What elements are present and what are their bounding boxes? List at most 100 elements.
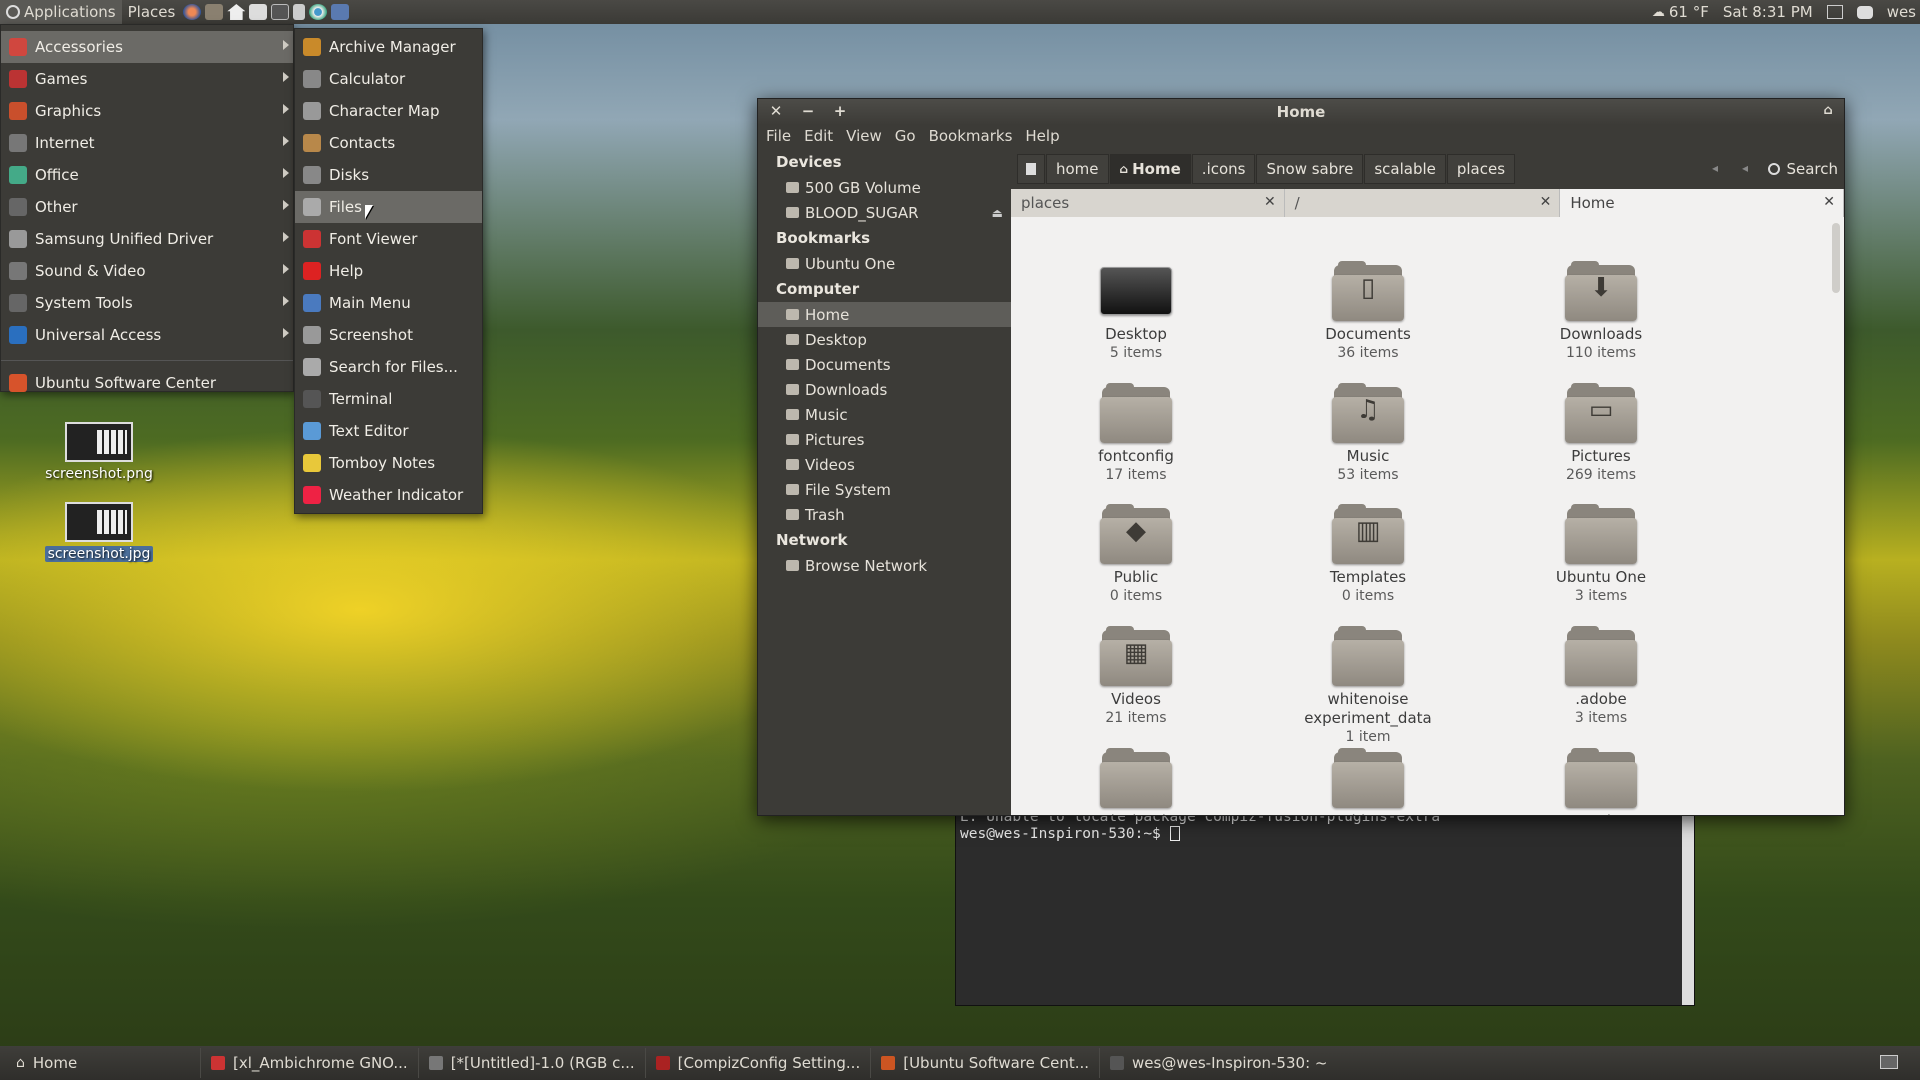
taskbar-task-2[interactable]: [CompizConfig Setting...: [644, 1048, 871, 1078]
menu-item-files[interactable]: Files: [295, 191, 482, 223]
menu-item-disks[interactable]: Disks: [295, 159, 482, 191]
gimp-launcher-icon[interactable]: [205, 4, 224, 20]
vertical-scrollbar[interactable]: [1832, 223, 1840, 293]
weather-indicator[interactable]: ☁ 61 °F: [1652, 3, 1709, 21]
file-item-documents[interactable]: ▯ Documents 36 items: [1268, 261, 1468, 363]
file-item-avidemux[interactable]: .avidemux: [1268, 748, 1468, 815]
menu-item-games[interactable]: Games: [1, 63, 293, 95]
file-item-pictures[interactable]: ▭ Pictures 269 items: [1501, 383, 1701, 485]
menu-go[interactable]: Go: [895, 127, 916, 145]
tab-places[interactable]: places ✕: [1011, 189, 1285, 217]
menu-help[interactable]: Help: [1025, 127, 1059, 145]
sidebar-item-ubuntu-one[interactable]: Ubuntu One: [758, 251, 1011, 276]
minimize-window-icon[interactable]: −: [800, 103, 816, 119]
messaging-icon[interactable]: [1856, 5, 1873, 19]
clock[interactable]: Sat 8:31 PM: [1723, 3, 1813, 21]
desktop-icon-screenshot-jpg[interactable]: screenshot.jpg: [44, 502, 154, 562]
file-item-cache[interactable]: .cache: [1501, 748, 1701, 815]
terminal-scrollbar[interactable]: [1682, 799, 1694, 1005]
screen-launcher-icon[interactable]: [249, 4, 268, 20]
sidebar-item-browse-network[interactable]: Browse Network: [758, 553, 1011, 578]
menu-item-terminal[interactable]: Terminal: [295, 383, 482, 415]
menu-item-calculator[interactable]: Calculator: [295, 63, 482, 95]
tab-home[interactable]: Home ✕: [1560, 189, 1844, 217]
home-launcher-icon[interactable]: [227, 4, 246, 20]
sidebar-item-trash[interactable]: Trash: [758, 502, 1011, 527]
sidebar-item-downloads[interactable]: Downloads: [758, 377, 1011, 402]
close-window-icon[interactable]: ✕: [768, 103, 784, 119]
menu-item-sound-video[interactable]: Sound & Video: [1, 255, 293, 287]
file-item-music[interactable]: ♫ Music 53 items: [1268, 383, 1468, 485]
eject-icon[interactable]: ⏏: [992, 206, 1003, 220]
network-launcher-icon[interactable]: [331, 4, 350, 20]
menu-item-character-map[interactable]: Character Map: [295, 95, 482, 127]
keyboard-indicator-icon[interactable]: [1826, 5, 1843, 19]
menu-item-internet[interactable]: Internet: [1, 127, 293, 159]
places-menu-button[interactable]: Places: [122, 0, 182, 24]
file-item-adobe[interactable]: .adobe 3 items: [1501, 626, 1701, 728]
taskbar-task-0[interactable]: [xl_Ambichrome GNO...: [200, 1048, 418, 1078]
file-item-downloads[interactable]: ⬇ Downloads 110 items: [1501, 261, 1701, 363]
sidebar-item-blood-sugar[interactable]: BLOOD_SUGAR ⏏: [758, 200, 1011, 225]
file-item-ubuntu-one[interactable]: Ubuntu One 3 items: [1501, 504, 1701, 606]
workspace-switcher-icon[interactable]: [1880, 1055, 1898, 1069]
menu-item-other[interactable]: Other: [1, 191, 293, 223]
breadcrumb-snow-sabre[interactable]: Snow sabre: [1256, 154, 1364, 184]
menu-item-ubuntu-software-center[interactable]: Ubuntu Software Center: [1, 367, 293, 399]
sidebar-item-music[interactable]: Music: [758, 402, 1011, 427]
sidebar-item-file-system[interactable]: File System: [758, 477, 1011, 502]
menu-item-office[interactable]: Office: [1, 159, 293, 191]
menu-bookmarks[interactable]: Bookmarks: [929, 127, 1013, 145]
breadcrumb-icons[interactable]: .icons: [1191, 154, 1256, 184]
menu-file[interactable]: File: [766, 127, 791, 145]
menu-item-tomboy-notes[interactable]: Tomboy Notes: [295, 447, 482, 479]
menu-item-text-editor[interactable]: Text Editor: [295, 415, 482, 447]
file-item-whitenoise-experiment-data[interactable]: whitenoise experiment_data 1 item: [1268, 626, 1468, 747]
terminal-launcher-icon[interactable]: [271, 4, 290, 20]
file-item-videos[interactable]: ▦ Videos 21 items: [1036, 626, 1236, 728]
close-tab-icon[interactable]: ✕: [1540, 194, 1552, 210]
menu-item-system-tools[interactable]: System Tools: [1, 287, 293, 319]
sidebar-item-home[interactable]: Home: [758, 302, 1011, 327]
menu-item-samsung-unified-driver[interactable]: Samsung Unified Driver: [1, 223, 293, 255]
menu-item-contacts[interactable]: Contacts: [295, 127, 482, 159]
menu-item-universal-access[interactable]: Universal Access: [1, 319, 293, 351]
file-item-public[interactable]: ◆ Public 0 items: [1036, 504, 1236, 606]
chrome-launcher-icon[interactable]: [309, 4, 328, 20]
menu-item-weather-indicator[interactable]: Weather Indicator: [295, 479, 482, 511]
desktop-icon-screenshot-png[interactable]: screenshot.png: [44, 422, 154, 482]
menu-item-font-viewer[interactable]: Font Viewer: [295, 223, 482, 255]
window-titlebar[interactable]: ✕ − + Home ⌂: [758, 99, 1844, 125]
file-item-audacity-data[interactable]: .audacity-data: [1036, 748, 1236, 815]
menu-item-screenshot[interactable]: Screenshot: [295, 319, 482, 351]
forward-arrow-icon[interactable]: ◂: [1742, 161, 1748, 175]
menu-item-main-menu[interactable]: Main Menu: [295, 287, 482, 319]
sidebar-item-500-gb-volume[interactable]: 500 GB Volume: [758, 175, 1011, 200]
sidebar-item-pictures[interactable]: Pictures: [758, 427, 1011, 452]
sidebar-item-videos[interactable]: Videos: [758, 452, 1011, 477]
menu-item-archive-manager[interactable]: Archive Manager: [295, 31, 482, 63]
usb-launcher-icon[interactable]: [293, 4, 306, 20]
breadcrumb-scalable[interactable]: scalable: [1364, 154, 1446, 184]
terminal-prompt-line[interactable]: wes@wes-Inspiron-530:~$: [960, 826, 1690, 843]
menu-item-help[interactable]: Help: [295, 255, 482, 287]
user-menu[interactable]: wes: [1887, 3, 1916, 21]
menu-item-search-for-files[interactable]: Search for Files...: [295, 351, 482, 383]
page-icon[interactable]: [1017, 154, 1045, 184]
firefox-launcher-icon[interactable]: [183, 4, 202, 20]
search-button[interactable]: Search: [1768, 154, 1838, 184]
menu-edit[interactable]: Edit: [804, 127, 833, 145]
sidebar-item-desktop[interactable]: Desktop: [758, 327, 1011, 352]
menu-view[interactable]: View: [846, 127, 882, 145]
maximize-window-icon[interactable]: +: [832, 103, 848, 119]
show-desktop-home-button[interactable]: ⌂ Home: [0, 1048, 200, 1078]
back-arrow-icon[interactable]: ◂: [1712, 161, 1718, 175]
taskbar-task-3[interactable]: [Ubuntu Software Cent...: [870, 1048, 1099, 1078]
sidebar-item-documents[interactable]: Documents: [758, 352, 1011, 377]
applications-menu-button[interactable]: Applications: [0, 0, 122, 24]
close-tab-icon[interactable]: ✕: [1264, 194, 1276, 210]
breadcrumb-home[interactable]: ⌂ Home: [1109, 154, 1191, 184]
close-tab-icon[interactable]: ✕: [1823, 194, 1835, 210]
file-item-fontconfig[interactable]: fontconfig 17 items: [1036, 383, 1236, 485]
menu-item-graphics[interactable]: Graphics: [1, 95, 293, 127]
